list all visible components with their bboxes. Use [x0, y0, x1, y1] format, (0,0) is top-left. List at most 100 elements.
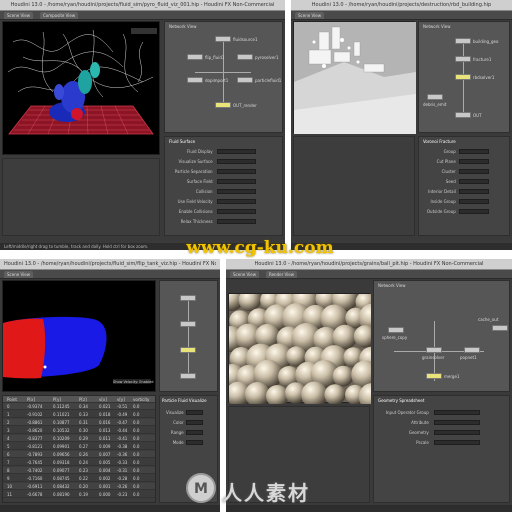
param-value[interactable] [433, 420, 480, 425]
render-viewport[interactable] [226, 285, 388, 411]
param-row[interactable]: Fluid Display [169, 149, 278, 155]
table-row[interactable]: 11 -0.6678 0.08190 0.19 0.000 -0.23 0.0 [3, 491, 155, 498]
param-value[interactable] [433, 440, 480, 445]
tab-scene-view[interactable]: Scene View [4, 271, 33, 278]
node-box-selected[interactable] [455, 74, 471, 80]
node-box[interactable] [187, 77, 203, 83]
param-value[interactable] [216, 219, 257, 224]
tab-render-view[interactable]: Render View [266, 271, 298, 278]
node-box[interactable] [180, 373, 196, 379]
node-box-selected[interactable] [426, 373, 442, 379]
scene-viewport[interactable] [2, 21, 160, 155]
node-box[interactable] [455, 112, 471, 118]
node-box[interactable] [427, 94, 443, 100]
param-value[interactable] [216, 149, 257, 154]
param-row[interactable]: Outside Group [423, 209, 505, 215]
param-row[interactable]: Geometry [378, 430, 505, 436]
scene-viewport[interactable] [293, 21, 416, 134]
table-row[interactable]: 8 -0.7402 0.09077 0.23 0.004 -0.31 0.0 [3, 467, 155, 474]
param-row[interactable]: Relax Thickness [169, 219, 278, 225]
tab-composite-view[interactable]: Composite View [40, 12, 79, 19]
param-value[interactable] [185, 420, 204, 425]
network-view[interactable]: Network View sphere_copy grainsolver pop… [373, 280, 510, 392]
param-row[interactable]: Cluster [423, 169, 505, 175]
param-row[interactable]: Pscale [378, 440, 505, 446]
param-row[interactable]: Collision [169, 189, 278, 195]
param-row[interactable]: Particle Separation [169, 169, 278, 175]
param-value[interactable] [185, 430, 204, 435]
table-cell: 0.0 [133, 484, 140, 489]
geometry-spreadsheet[interactable]: Point P[x] P[y] P[z] v[x] v[y] vorticity… [2, 395, 156, 503]
tab-scene-view[interactable]: Scene View [295, 12, 324, 19]
param-value[interactable] [459, 199, 489, 204]
param-value[interactable] [459, 179, 489, 184]
param-value[interactable] [459, 159, 489, 164]
table-row[interactable]: 7 -0.7645 0.09318 0.24 0.005 -0.33 0.0 [3, 459, 155, 466]
node-box[interactable] [237, 77, 253, 83]
param-value[interactable] [216, 159, 257, 164]
param-row[interactable]: Visualize [164, 410, 213, 416]
node-box[interactable] [464, 347, 480, 353]
table-row[interactable]: 6 -0.7893 0.09656 0.26 0.007 -0.36 0.0 [3, 451, 155, 458]
param-row[interactable]: Input Operator Group [378, 410, 505, 416]
param-value[interactable] [216, 209, 257, 214]
node-box[interactable] [455, 56, 471, 62]
param-value[interactable] [459, 189, 489, 194]
node-box[interactable] [237, 54, 253, 60]
node-box[interactable] [180, 321, 196, 327]
param-row[interactable]: Inside Group [423, 199, 505, 205]
param-value[interactable] [459, 149, 489, 154]
table-cell: -0.38 [117, 444, 128, 449]
param-row[interactable]: Cut Plane [423, 159, 505, 165]
table-row[interactable]: 1 -0.9102 0.11021 0.33 0.018 -0.49 0.0 [3, 411, 155, 418]
param-row[interactable]: Color [164, 420, 213, 426]
param-row[interactable]: Surface Field [169, 179, 278, 185]
param-row[interactable]: Attribute [378, 420, 505, 426]
node-box[interactable] [187, 54, 203, 60]
network-view[interactable] [159, 280, 218, 392]
tab-scene-view[interactable]: Scene View [230, 271, 259, 278]
param-value[interactable] [216, 169, 257, 174]
param-value[interactable] [216, 199, 257, 204]
node-box[interactable] [426, 347, 442, 353]
param-value[interactable] [216, 179, 257, 184]
net-tab-label[interactable]: Network View [378, 283, 405, 288]
table-row[interactable]: 2 -0.8861 0.10877 0.31 0.016 -0.47 0.0 [3, 419, 155, 426]
param-row[interactable]: Seed [423, 179, 505, 185]
node-box[interactable] [180, 295, 196, 301]
param-row[interactable]: Use Field Velocity [169, 199, 278, 205]
spreadsheet-panel[interactable] [293, 136, 415, 236]
net-tab-label[interactable]: Network View [423, 24, 450, 29]
node-box[interactable] [388, 327, 404, 333]
param-row[interactable]: Group [423, 149, 505, 155]
table-row[interactable]: 10 -0.6911 0.08432 0.20 0.001 -0.26 0.0 [3, 483, 155, 490]
node-box[interactable] [215, 36, 231, 42]
node-box-selected[interactable] [215, 102, 231, 108]
network-view[interactable]: Network View fluidsource1 flip_fluid1 py… [164, 21, 283, 133]
param-value[interactable] [433, 430, 480, 435]
param-row[interactable]: Range [164, 430, 213, 436]
table-row[interactable]: 0 -0.9374 0.11245 0.34 0.021 -0.51 0.0 [3, 403, 155, 410]
scene-viewport[interactable]: Show Velocity: Enabled [2, 280, 156, 392]
param-value[interactable] [216, 189, 257, 194]
param-value[interactable] [185, 440, 204, 445]
node-box[interactable] [455, 38, 471, 44]
param-row[interactable]: Mode [164, 440, 213, 446]
param-row[interactable]: Visualize Surface [169, 159, 278, 165]
node-box[interactable] [492, 325, 508, 331]
param-value[interactable] [185, 410, 204, 415]
timeline-panel[interactable] [2, 158, 160, 236]
node-box-selected[interactable] [180, 347, 196, 353]
param-value[interactable] [459, 169, 489, 174]
net-tab-label[interactable]: Network View [169, 24, 196, 29]
param-row[interactable]: Interior Detail [423, 189, 505, 195]
table-row[interactable]: 4 -0.8377 0.10209 0.29 0.011 -0.41 0.0 [3, 435, 155, 442]
network-view[interactable]: Network View building_geo fracture1 rbds… [418, 21, 510, 133]
param-row[interactable]: Enable Collisions [169, 209, 278, 215]
tab-scene-view[interactable]: Scene View [4, 12, 33, 19]
table-row[interactable]: 3 -0.8620 0.10532 0.30 0.013 -0.44 0.0 [3, 427, 155, 434]
table-row[interactable]: 5 -0.8121 0.09901 0.27 0.009 -0.38 0.0 [3, 443, 155, 450]
param-value[interactable] [433, 410, 480, 415]
table-row[interactable]: 9 -0.7160 0.08745 0.22 0.002 -0.28 0.0 [3, 475, 155, 482]
param-value[interactable] [459, 209, 489, 214]
